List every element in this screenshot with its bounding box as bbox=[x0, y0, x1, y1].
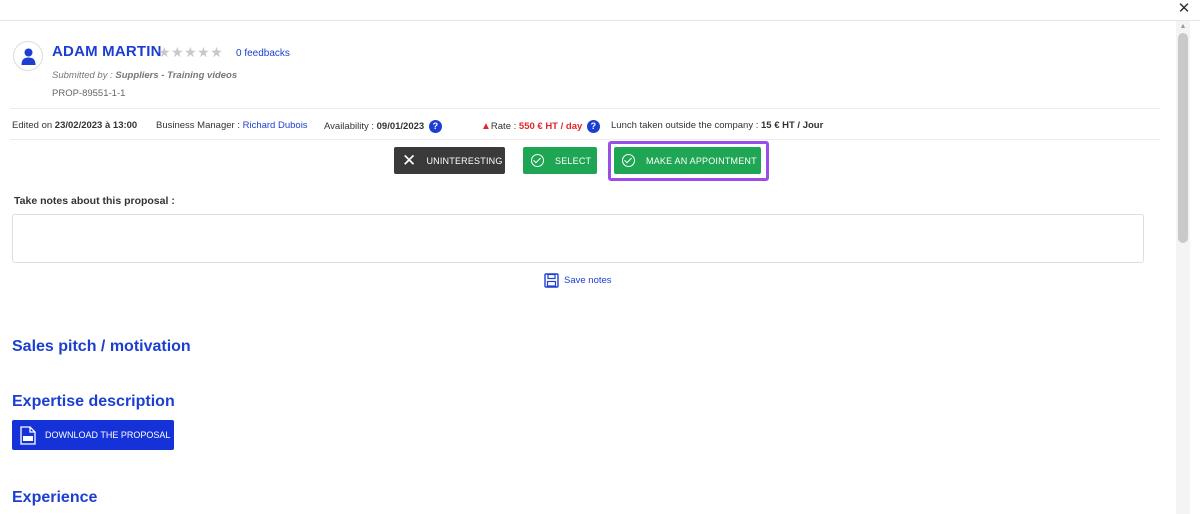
make-appointment-button[interactable]: MAKE AN APPOINTMENT bbox=[614, 147, 761, 174]
divider bbox=[10, 139, 1160, 140]
proposal-reference: PROP-89551-1-1 bbox=[52, 88, 126, 99]
section-heading-expertise: Expertise description bbox=[12, 393, 175, 410]
section-heading-experience: Experience bbox=[12, 489, 98, 506]
availability: Availability : 09/01/2023 ? bbox=[324, 120, 442, 133]
check-circle-icon bbox=[622, 154, 635, 167]
close-icon[interactable]: ✕ bbox=[1176, 1, 1192, 17]
save-notes-button[interactable]: Save notes bbox=[544, 273, 612, 288]
business-manager-link[interactable]: Richard Dubois bbox=[243, 120, 308, 131]
submitted-by-value: Suppliers - Training videos bbox=[115, 70, 238, 81]
save-icon bbox=[544, 273, 559, 288]
lunch-cost-value: 15 € HT / Jour bbox=[761, 120, 824, 131]
divider bbox=[10, 108, 1160, 109]
notes-label: Take notes about this proposal : bbox=[14, 195, 175, 207]
edited-on: Edited on 23/02/2023 à 13:00 bbox=[12, 120, 138, 131]
section-heading-sales-pitch: Sales pitch / motivation bbox=[12, 338, 191, 355]
select-button[interactable]: SELECT bbox=[523, 147, 597, 174]
business-manager: Business Manager : Richard Dubois bbox=[156, 120, 308, 131]
close-icon: ✕ bbox=[402, 151, 417, 170]
warning-icon: ▲ bbox=[481, 121, 491, 133]
edited-on-value: 23/02/2023 à 13:00 bbox=[54, 120, 138, 131]
help-icon[interactable]: ? bbox=[428, 120, 442, 133]
help-icon[interactable]: ? bbox=[586, 120, 600, 133]
availability-value: 09/01/2023 bbox=[376, 121, 425, 133]
scroll-up-arrow[interactable]: ▲ bbox=[1178, 23, 1188, 31]
notes-textarea[interactable] bbox=[12, 214, 1144, 263]
check-circle-icon bbox=[531, 154, 544, 167]
download-proposal-button[interactable]: DOWNLOAD THE PROPOSAL bbox=[12, 420, 174, 450]
lunch-cost: Lunch taken outside the company : 15 € H… bbox=[611, 120, 824, 131]
uninteresting-button[interactable]: ✕ UNINTERESTING bbox=[394, 147, 505, 174]
feedbacks-link[interactable]: 0 feedbacks bbox=[236, 48, 290, 59]
avatar bbox=[13, 41, 43, 71]
rate-value: 550 € HT / day bbox=[518, 121, 583, 133]
rate: ▲Rate : 550 € HT / day ? bbox=[481, 120, 600, 133]
modal-header: ✕ bbox=[0, 0, 1200, 21]
pdf-file-icon bbox=[20, 425, 36, 445]
submitted-by: Submitted by : Suppliers - Training vide… bbox=[52, 70, 238, 81]
scrollbar-thumb[interactable] bbox=[1178, 33, 1188, 243]
user-icon bbox=[21, 48, 36, 65]
candidate-name: ADAM MARTIN bbox=[52, 43, 162, 60]
rating-stars-icon[interactable]: ★★★★★ bbox=[158, 44, 223, 61]
